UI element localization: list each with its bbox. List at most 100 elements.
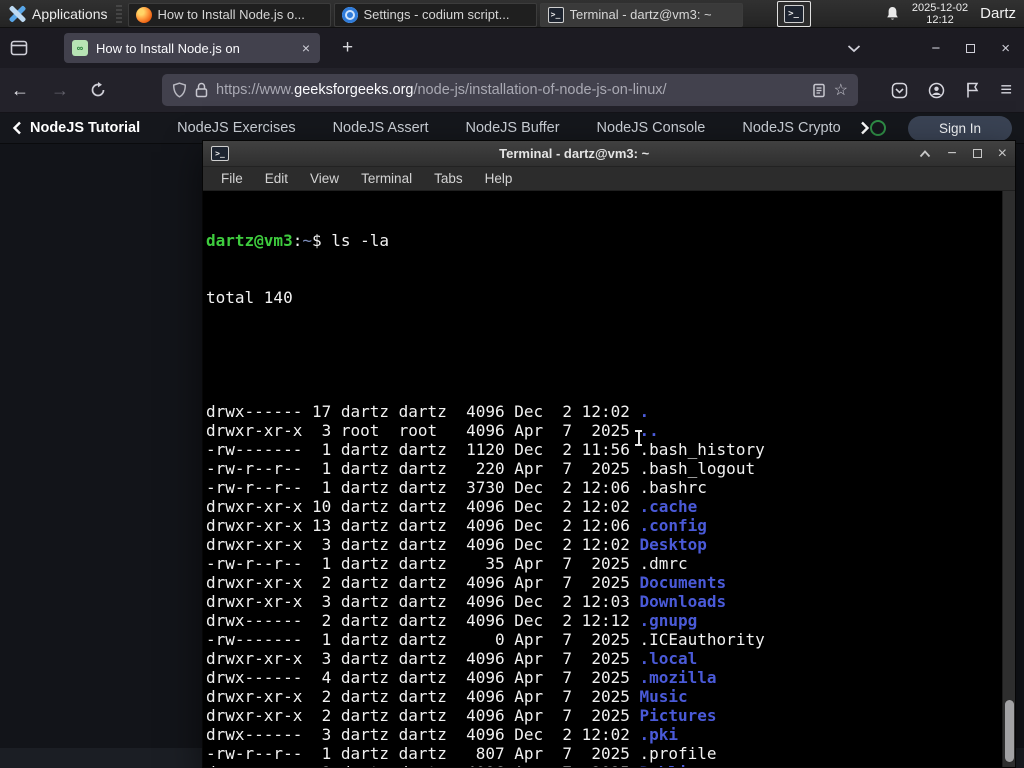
clock-date: 2025-12-02: [911, 1, 969, 14]
terminal-line: drwxr-xr-x 10 dartz dartz 4096 Dec 2 12:…: [206, 497, 698, 516]
firefox-view-icon[interactable]: [10, 40, 28, 56]
applications-menu-button[interactable]: Applications: [0, 0, 116, 27]
menu-hamburger-icon[interactable]: ≡: [1000, 79, 1012, 102]
tracking-shield-icon[interactable]: [172, 82, 187, 98]
file-name: Downloads: [639, 592, 727, 611]
terminal-icon: >_: [211, 146, 229, 161]
sign-in-button[interactable]: Sign In: [908, 115, 1012, 141]
terminal-maximize-button[interactable]: [972, 149, 982, 158]
account-icon[interactable]: [928, 82, 945, 99]
terminal-line: drwx------ 17 dartz dartz 4096 Dec 2 12:…: [206, 402, 650, 421]
terminal-line: drwxr-xr-x 2 dartz dartz 4096 Apr 7 2025…: [206, 687, 688, 706]
tab-bar: ∞ How to Install Node.js on × + − ×: [0, 28, 1024, 68]
file-name: .: [639, 402, 650, 421]
geeksforgeeks-favicon: ∞: [72, 40, 88, 56]
file-name: .config: [639, 516, 707, 535]
terminal-line: drwx------ 2 dartz dartz 4096 Dec 2 12:1…: [206, 611, 698, 630]
terminal-close-button[interactable]: ×: [998, 145, 1007, 163]
extensions-icon[interactable]: [965, 82, 980, 99]
new-tab-button[interactable]: +: [336, 37, 359, 59]
panel-grip: [115, 4, 122, 23]
scroll-right-icon[interactable]: [860, 121, 870, 135]
file-name: .ICEauthority: [639, 630, 765, 649]
tab-close-icon[interactable]: ×: [300, 40, 312, 56]
file-name: .local: [639, 649, 698, 668]
file-name: .bashrc: [639, 478, 707, 497]
file-name: Music: [639, 687, 688, 706]
terminal-menu-item[interactable]: Edit: [254, 171, 299, 186]
firefox-icon: [135, 6, 152, 23]
file-name: .profile: [639, 744, 717, 763]
terminal-menu-item[interactable]: File: [210, 171, 254, 186]
pocket-icon[interactable]: [891, 82, 908, 99]
file-name: .mozilla: [639, 668, 717, 687]
terminal-line: -rw------- 1 dartz dartz 0 Apr 7 2025 .I…: [206, 630, 765, 649]
scroll-left-icon[interactable]: [12, 121, 22, 135]
tray-terminal-icon[interactable]: >_: [776, 0, 811, 27]
window-close-button[interactable]: ×: [1001, 41, 1010, 56]
terminal-window: >_ Terminal - dartz@vm3: ~ − × File Edit V…: [202, 140, 1016, 768]
lock-icon[interactable]: [195, 82, 208, 98]
terminal-line: drwx------ 3 dartz dartz 4096 Dec 2 12:0…: [206, 725, 679, 744]
notifications-bell-icon[interactable]: [885, 6, 900, 22]
terminal-line: -rw-r--r-- 1 dartz dartz 3730 Dec 2 12:0…: [206, 478, 707, 497]
file-name: Pictures: [639, 706, 717, 725]
file-name: .dmrc: [639, 554, 688, 573]
taskbar-window-button[interactable]: >_ Terminal - dartz@vm3: ~: [539, 2, 743, 27]
terminal-line: drwxr-xr-x 2 dartz dartz 4096 Apr 7 2025…: [206, 706, 717, 725]
terminal-menu-item[interactable]: Terminal: [350, 171, 423, 186]
terminal-line: -rw------- 1 dartz dartz 1120 Dec 2 11:5…: [206, 440, 765, 459]
taskbar-window-title: Terminal - dartz@vm3: ~: [569, 7, 712, 22]
file-name: .bash_history: [639, 440, 765, 459]
terminal-line: drwxr-xr-x 3 dartz dartz 4096 Dec 2 12:0…: [206, 535, 707, 554]
window-maximize-button[interactable]: [966, 43, 976, 53]
file-name: .gnupg: [639, 611, 698, 630]
gfg-nav-link[interactable]: NodeJS Tutorial: [30, 120, 140, 136]
taskbar-window-title: Settings - codium script...: [363, 7, 510, 22]
terminal-menu-item[interactable]: Help: [474, 171, 524, 186]
file-name: Documents: [639, 573, 727, 592]
gfg-nav-link[interactable]: NodeJS Console: [597, 120, 706, 136]
gfg-nav-items: NodeJS Tutorial NodeJS Exercises NodeJS As…: [30, 120, 858, 136]
scrollbar-thumb[interactable]: [1005, 700, 1014, 762]
gfg-nav-link[interactable]: NodeJS Exercises: [177, 120, 295, 136]
gfg-nav-link[interactable]: NodeJS Crypto: [742, 120, 840, 136]
terminal-scrollbar[interactable]: [1002, 191, 1015, 767]
mouse-ibeam-cursor: [634, 429, 643, 447]
bookmark-star-icon[interactable]: ☆: [834, 80, 848, 100]
terminal-line: drwxr-xr-x 3 dartz dartz 4096 Dec 2 12:0…: [206, 592, 727, 611]
shade-window-icon[interactable]: [919, 149, 931, 158]
navigation-toolbar: ← → https://www.geeksforgeeks.org/node-j…: [0, 68, 1024, 113]
taskbar-windows: How to Install Node.js o... Settings - c…: [127, 0, 743, 27]
terminal-icon: >_: [783, 4, 804, 23]
terminal-text: dartz@vm3:~$ ls -la total 140 drwx------…: [206, 193, 1000, 767]
forward-button[interactable]: →: [40, 80, 80, 101]
list-all-tabs-icon[interactable]: [847, 44, 861, 53]
terminal-menu-item[interactable]: Tabs: [423, 171, 474, 186]
prompt-line: dartz@vm3:~$ ls -la: [206, 231, 390, 250]
browser-tab-active[interactable]: ∞ How to Install Node.js on ×: [64, 33, 320, 63]
gfg-nav-link[interactable]: NodeJS Buffer: [466, 120, 560, 136]
user-menu[interactable]: Dartz: [980, 5, 1016, 22]
terminal-body[interactable]: dartz@vm3:~$ ls -la total 140 drwx------…: [203, 191, 1015, 767]
taskbar-right: 2025-12-02 12:12 Dartz: [885, 2, 1024, 26]
gfg-nav-link[interactable]: NodeJS Assert: [333, 120, 429, 136]
back-button[interactable]: ←: [0, 80, 40, 101]
search-icon[interactable]: [870, 120, 886, 136]
terminal-minimize-button[interactable]: −: [947, 145, 956, 163]
address-bar[interactable]: https://www.geeksforgeeks.org/node-js/in…: [162, 74, 858, 106]
terminal-line: drwxr-xr-x 13 dartz dartz 4096 Dec 2 12:…: [206, 516, 707, 535]
applications-label: Applications: [32, 5, 108, 22]
reader-view-icon[interactable]: [812, 83, 826, 98]
terminal-line: drwxr-xr-x 2 dartz dartz 4096 Apr 7 2025…: [206, 573, 727, 592]
taskbar-window-button[interactable]: Settings - codium script...: [333, 2, 537, 27]
terminal-menu-item[interactable]: View: [299, 171, 350, 186]
clock[interactable]: 2025-12-02 12:12: [912, 2, 968, 26]
file-name: .pki: [639, 725, 679, 744]
settings-icon: [341, 6, 358, 23]
window-minimize-button[interactable]: −: [931, 41, 940, 56]
terminal-titlebar[interactable]: >_ Terminal - dartz@vm3: ~ − ×: [203, 141, 1015, 167]
taskbar-window-button[interactable]: How to Install Node.js o...: [127, 2, 331, 27]
reload-icon[interactable]: [80, 82, 116, 98]
tab-title: How to Install Node.js on: [96, 40, 240, 56]
